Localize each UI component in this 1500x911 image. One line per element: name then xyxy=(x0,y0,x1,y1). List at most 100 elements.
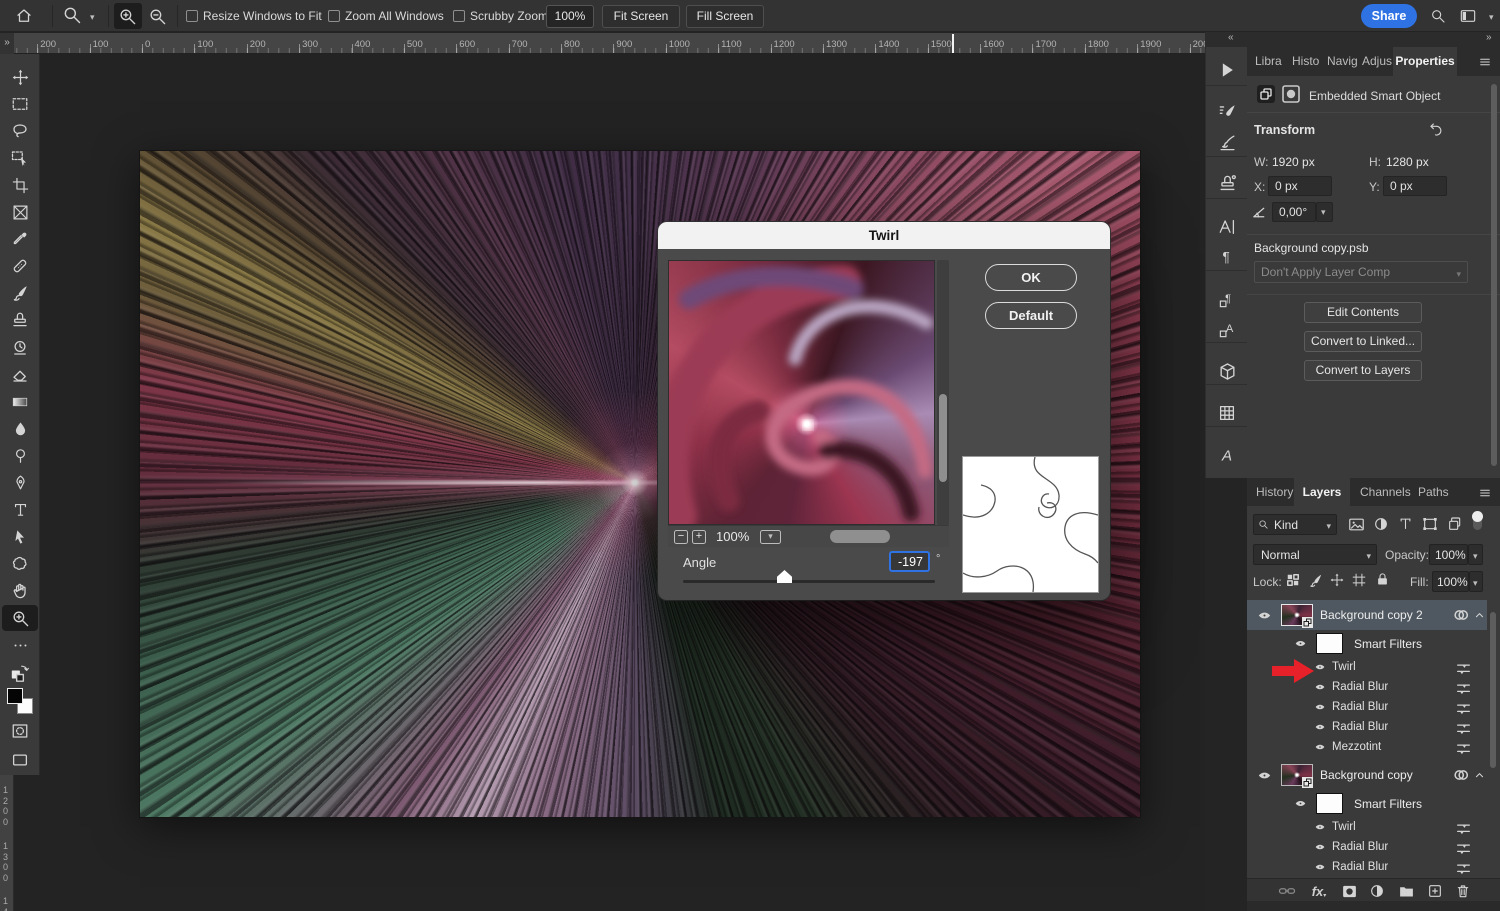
tab-layers[interactable]: Layers xyxy=(1294,478,1350,506)
layer-visibility-eye-icon[interactable] xyxy=(1257,769,1272,782)
tab-histogram[interactable]: Histo xyxy=(1292,47,1319,76)
preview-horizontal-scrollbar[interactable] xyxy=(830,530,890,543)
smart-filters-mask-thumbnail[interactable] xyxy=(1316,793,1343,814)
more-tools-ellipsis[interactable] xyxy=(0,632,40,658)
checkbox-resize-windows[interactable] xyxy=(186,10,198,22)
zoom-out-preview-button[interactable]: − xyxy=(674,530,688,544)
blur-tool[interactable] xyxy=(0,416,40,442)
filter-options-icon[interactable] xyxy=(1456,701,1471,716)
lock-all-icon[interactable] xyxy=(1375,572,1390,587)
type-tool[interactable] xyxy=(0,497,40,523)
type-filter-icon[interactable] xyxy=(1398,516,1413,531)
toolbar-expand-chevron[interactable]: » xyxy=(0,33,14,54)
fill-dropdown[interactable]: ▾ xyxy=(1469,571,1483,592)
filter-visibility-eye-icon[interactable] xyxy=(1294,638,1307,649)
path-selection-tool[interactable] xyxy=(0,524,40,550)
workspace-icon[interactable] xyxy=(1458,8,1478,24)
move-tool[interactable] xyxy=(0,64,40,90)
pen-tool[interactable] xyxy=(0,470,40,496)
smart-filter-entry[interactable]: Radial Blur xyxy=(1247,718,1487,738)
crop-tool[interactable] xyxy=(0,172,40,198)
smart-filter-entry[interactable]: Twirl xyxy=(1247,818,1487,838)
tab-history[interactable]: History xyxy=(1256,478,1293,506)
smart-filter-entry[interactable]: Radial Blur xyxy=(1247,858,1487,878)
foreground-color-swatch[interactable] xyxy=(7,688,23,704)
character-panel[interactable] xyxy=(1206,212,1248,242)
swap-colors-mini[interactable] xyxy=(0,659,40,685)
frame-tool[interactable] xyxy=(0,199,40,225)
zoom-in-button[interactable] xyxy=(114,3,142,29)
rotation-input[interactable]: 0,00° xyxy=(1272,202,1316,222)
tab-adjustments[interactable]: Adjus xyxy=(1362,47,1392,76)
zoom-percent-button[interactable]: 100% xyxy=(546,5,594,28)
filter-visibility-eye-icon[interactable] xyxy=(1314,742,1326,752)
3d-panel[interactable] xyxy=(1206,356,1248,386)
preview-zoom-dropdown[interactable]: ▾ xyxy=(760,530,781,544)
smart-filter-entry[interactable]: Mezzotint xyxy=(1247,738,1487,758)
clone-source-panel[interactable] xyxy=(1206,168,1248,198)
filter-visibility-eye-icon[interactable] xyxy=(1314,822,1326,832)
filter-visibility-eye-icon[interactable] xyxy=(1314,662,1326,672)
zoom-tool-icon[interactable] xyxy=(62,5,82,25)
quick-mask-mode[interactable] xyxy=(0,718,40,744)
tab-libraries[interactable]: Libra xyxy=(1255,47,1282,76)
smart-filter-indicator-icon[interactable] xyxy=(1453,767,1469,783)
clone-stamp-tool[interactable] xyxy=(0,307,40,333)
rotation-dropdown[interactable]: ▾ xyxy=(1316,202,1333,222)
angle-input[interactable]: -197 xyxy=(889,551,930,572)
filter-options-icon[interactable] xyxy=(1456,661,1471,676)
search-icon[interactable] xyxy=(1430,8,1446,24)
filter-visibility-eye-icon[interactable] xyxy=(1314,682,1326,692)
character-styles-panel[interactable]: A xyxy=(1206,314,1248,344)
kind-filter-dropdown[interactable]: Kind ▾ xyxy=(1253,514,1337,535)
fill-value[interactable]: 100% xyxy=(1432,571,1469,592)
smart-filter-indicator-icon[interactable] xyxy=(1453,607,1469,623)
smart-filters-row[interactable]: Smart Filters xyxy=(1247,630,1487,658)
dodge-tool[interactable] xyxy=(0,443,40,469)
blend-mode-dropdown[interactable]: Normal ▾ xyxy=(1253,544,1377,565)
zoom-in-preview-button[interactable]: + xyxy=(692,530,706,544)
layer-row[interactable]: Background copy xyxy=(1247,760,1487,790)
filter-options-icon[interactable] xyxy=(1456,841,1471,856)
filter-toggle[interactable] xyxy=(1473,514,1482,530)
collapse-panels-right-icon[interactable]: » xyxy=(1486,32,1492,43)
new-layer-icon[interactable] xyxy=(1426,882,1444,900)
reset-transform-icon[interactable] xyxy=(1428,122,1444,138)
lasso-tool[interactable] xyxy=(0,118,40,144)
fx-icon[interactable]: fx▾ xyxy=(1310,882,1328,900)
healing-tool[interactable] xyxy=(0,253,40,279)
collapse-filters-chevron-icon[interactable] xyxy=(1474,610,1485,621)
checkbox-scrubby-zoom[interactable] xyxy=(453,10,465,22)
filter-options-icon[interactable] xyxy=(1456,741,1471,756)
fit-screen-button[interactable]: Fit Screen xyxy=(602,5,680,28)
dialog-title[interactable]: Twirl xyxy=(658,222,1110,249)
eyedropper-tool[interactable] xyxy=(0,226,40,252)
new-group-icon[interactable] xyxy=(1397,882,1415,900)
tab-navigator[interactable]: Navig xyxy=(1327,47,1358,76)
convert-to-layers-button[interactable]: Convert to Layers xyxy=(1304,360,1422,381)
filter-options-icon[interactable] xyxy=(1456,681,1471,696)
glyphs-panel[interactable]: A xyxy=(1206,440,1248,470)
ok-button[interactable]: OK xyxy=(985,264,1077,291)
zoom-tool[interactable] xyxy=(0,605,40,631)
hand-tool[interactable] xyxy=(0,578,40,604)
eraser-tool[interactable] xyxy=(0,362,40,388)
x-input[interactable]: 0 px xyxy=(1268,176,1332,196)
gradient-tool[interactable] xyxy=(0,389,40,415)
panel-menu-icon[interactable] xyxy=(1478,487,1492,499)
filter-visibility-eye-icon[interactable] xyxy=(1314,722,1326,732)
paragraph-panel[interactable]: ¶ xyxy=(1206,242,1248,272)
checkbox-zoom-all[interactable] xyxy=(328,10,340,22)
link-layers-icon[interactable] xyxy=(1278,882,1296,900)
brush-tool[interactable] xyxy=(0,280,40,306)
layer-visibility-eye-icon[interactable] xyxy=(1257,609,1272,622)
layer-thumbnail[interactable] xyxy=(1281,604,1313,626)
filter-visibility-eye-icon[interactable] xyxy=(1294,798,1307,809)
opacity-dropdown[interactable]: ▾ xyxy=(1468,544,1483,565)
layer-thumbnail[interactable] xyxy=(1281,764,1313,786)
home-icon[interactable] xyxy=(15,7,33,25)
filter-options-icon[interactable] xyxy=(1456,721,1471,736)
smart-object-filter-icon[interactable] xyxy=(1447,516,1463,532)
default-button[interactable]: Default xyxy=(985,302,1077,329)
smart-filters-row[interactable]: Smart Filters xyxy=(1247,790,1487,818)
